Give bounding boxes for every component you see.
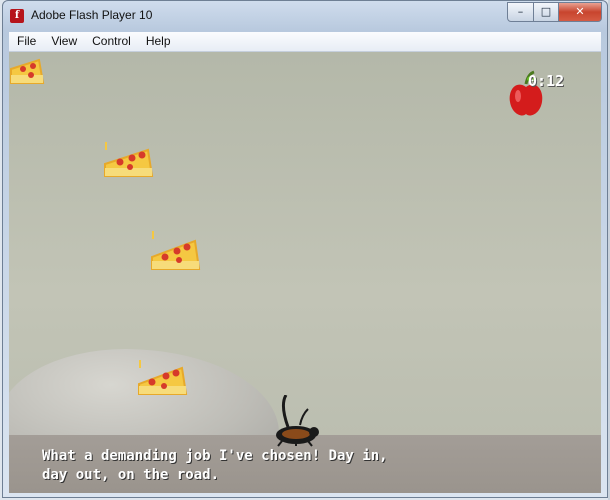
menu-help[interactable]: Help [138, 32, 178, 51]
game-stage[interactable]: 0:12 What a demanding job I've chosen! D… [9, 52, 601, 493]
menu-view[interactable]: View [43, 32, 84, 51]
window-title: Adobe Flash Player 10 [31, 8, 153, 22]
minimize-button[interactable]: – [507, 2, 534, 22]
maximize-button[interactable]: □ [534, 2, 559, 22]
pizza-slice-icon [10, 58, 45, 84]
story-dialog-text: What a demanding job I've chosen! Day in… [42, 448, 388, 483]
pizza-slice-icon [104, 142, 154, 177]
close-button[interactable]: ✕ [559, 2, 602, 22]
window-controls: – □ ✕ [507, 2, 602, 22]
flash-player-window: f Adobe Flash Player 10 – □ ✕ File View … [2, 0, 608, 498]
menu-file[interactable]: File [9, 32, 43, 51]
pizza-slice-icon [138, 360, 188, 395]
cockroach-icon[interactable] [272, 395, 324, 447]
flash-player-icon: f [10, 9, 24, 23]
menu-bar: File View Control Help [9, 32, 601, 52]
timer-readout: 0:12 [528, 72, 565, 90]
menu-control[interactable]: Control [84, 32, 138, 51]
pizza-slice-icon [151, 231, 201, 270]
title-bar[interactable]: f Adobe Flash Player 10 – □ ✕ [3, 1, 607, 32]
